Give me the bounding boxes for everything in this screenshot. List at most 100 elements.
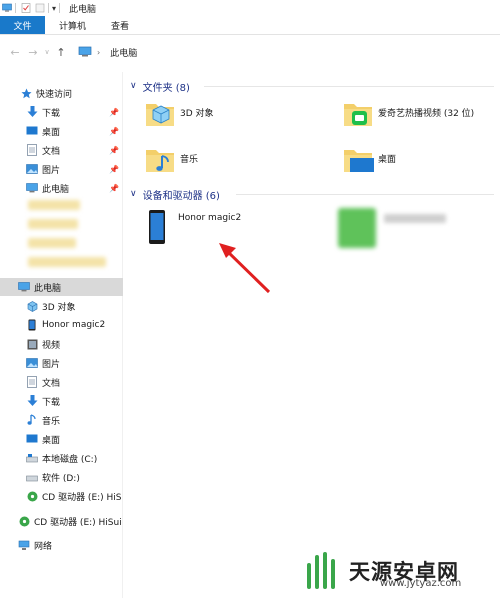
watermark-url: www.jytyaz.com: [380, 578, 462, 589]
nav-this-pc[interactable]: 此电脑: [0, 278, 123, 296]
3d-objects-folder-icon: [146, 104, 174, 126]
nav-pinned-this-pc[interactable]: 此电脑 📌: [0, 179, 123, 197]
nav-pinned-downloads[interactable]: 下载 📌: [0, 103, 123, 121]
nav-pinned-desktop[interactable]: 桌面 📌: [0, 122, 123, 140]
pin-icon[interactable]: 📌: [109, 127, 119, 136]
computer-icon: [26, 182, 38, 194]
video-icon: [26, 338, 38, 350]
nav-cd-drive-e[interactable]: CD 驱动器 (E:) HiSui: [0, 512, 123, 530]
nav-label: 下载: [42, 108, 61, 119]
nav-label: 此电脑: [34, 283, 62, 294]
group-divider: [236, 194, 494, 195]
download-arrow-icon: [26, 395, 38, 407]
star-icon: [20, 87, 32, 99]
blurred-folder-item[interactable]: [28, 200, 80, 210]
folder-tile-iqiyi[interactable]: 爱奇艺热播视频 (32 位): [342, 98, 474, 130]
nav-quick-access[interactable]: 快速访问: [0, 84, 123, 102]
toolbar-separator: [15, 3, 16, 13]
forward-button[interactable]: →: [24, 43, 42, 61]
folder-tile-desktop[interactable]: 桌面: [342, 144, 396, 176]
group-divider: [204, 86, 494, 87]
blurred-folder-item[interactable]: [28, 219, 78, 229]
device-tile-honor-magic2[interactable]: Honor magic2: [148, 209, 241, 245]
document-icon: [26, 144, 38, 156]
nav-network[interactable]: 网络: [0, 536, 123, 554]
nav-label: 图片: [42, 359, 61, 370]
blurred-folder-item[interactable]: [28, 257, 106, 267]
nav-desktop[interactable]: 桌面: [0, 430, 123, 448]
group-header-folders[interactable]: ∨ 文件夹 (8): [130, 78, 190, 94]
pin-icon[interactable]: 📌: [109, 146, 119, 155]
blurred-device-label: [384, 214, 446, 223]
nav-label: 桌面: [42, 127, 61, 138]
nav-label: 桌面: [42, 435, 61, 446]
device-label: Honor magic2: [178, 213, 242, 223]
hard-drive-icon: [26, 471, 38, 483]
address-path: 此电脑: [110, 48, 138, 59]
music-note-icon: [26, 414, 38, 426]
new-folder-icon[interactable]: [35, 3, 45, 13]
blurred-device-icon: [338, 208, 376, 248]
folder-tile-music[interactable]: 音乐: [144, 144, 198, 176]
nav-label: 网络: [34, 541, 53, 552]
title-bar: ▾ 此电脑: [0, 0, 500, 16]
pin-icon[interactable]: 📌: [109, 108, 119, 117]
chevron-down-icon: ∨: [130, 81, 137, 91]
cd-drive-icon: [26, 490, 38, 502]
nav-label: 软件 (D:): [42, 473, 80, 484]
up-button[interactable]: ↑: [52, 43, 70, 61]
content-pane: ∨ 文件夹 (8) 3D 对象 爱奇艺热播视频 (32 位) 音乐 桌面 ∨ 设…: [124, 72, 500, 598]
nav-label: 本地磁盘 (C:): [42, 454, 98, 465]
navigation-pane: 快速访问 下载 📌 桌面 📌 文档 📌 图片 📌 此电脑 📌 此电脑 3D 对象: [0, 72, 123, 598]
tab-view[interactable]: 查看: [100, 16, 140, 34]
chevron-right-icon: ›: [97, 47, 101, 57]
nav-downloads[interactable]: 下载: [0, 392, 123, 410]
nav-videos[interactable]: 视频: [0, 335, 123, 353]
customize-toolbar-dropdown-icon[interactable]: ▾: [52, 4, 56, 13]
folder-tile-3d-objects[interactable]: 3D 对象: [144, 98, 214, 130]
nav-label: 此电脑: [42, 184, 70, 195]
nav-label: 快速访问: [36, 89, 73, 100]
toolbar-separator: [48, 3, 49, 13]
nav-local-disk-c[interactable]: 本地磁盘 (C:): [0, 449, 123, 467]
nav-label: 图片: [42, 165, 61, 176]
document-icon: [26, 376, 38, 388]
device-tile-blurred[interactable]: [338, 208, 446, 248]
nav-cd-drive-e-child[interactable]: CD 驱动器 (E:) HiS: [0, 487, 123, 505]
cd-drive-icon: [18, 515, 30, 527]
desktop-icon: [26, 433, 38, 445]
desktop-icon: [26, 125, 38, 137]
phone-icon: [26, 319, 38, 331]
watermark-logo-icon: [307, 552, 335, 589]
nav-pinned-documents[interactable]: 文档 📌: [0, 141, 123, 159]
tab-computer[interactable]: 计算机: [45, 16, 100, 34]
toolbar-separator: [59, 3, 61, 13]
pin-icon[interactable]: 📌: [109, 165, 119, 174]
nav-documents[interactable]: 文档: [0, 373, 123, 391]
nav-label: 文档: [42, 146, 61, 157]
blurred-folder-item[interactable]: [28, 238, 76, 248]
group-header-devices[interactable]: ∨ 设备和驱动器 (6): [130, 186, 220, 202]
address-row: ← → ∨ ↑ › 此电脑: [0, 36, 500, 68]
recent-locations-dropdown[interactable]: ∨: [42, 43, 52, 61]
pin-icon[interactable]: 📌: [109, 184, 119, 193]
nav-pictures[interactable]: 图片: [0, 354, 123, 372]
address-bar[interactable]: › 此电脑: [74, 42, 500, 62]
network-icon: [18, 539, 30, 551]
tab-file[interactable]: 文件: [0, 16, 45, 34]
folder-label: 3D 对象: [180, 109, 214, 119]
nav-3d-objects[interactable]: 3D 对象: [0, 297, 123, 315]
desktop-folder-icon: [344, 150, 374, 172]
nav-label: Honor magic2: [42, 320, 106, 330]
properties-icon[interactable]: [21, 3, 31, 13]
nav-honor-magic2[interactable]: Honor magic2: [0, 316, 123, 334]
computer-icon[interactable]: [2, 3, 12, 13]
nav-pinned-pictures[interactable]: 图片 📌: [0, 160, 123, 178]
nav-label: 视频: [42, 340, 61, 351]
nav-label: 音乐: [42, 416, 61, 427]
nav-software-d[interactable]: 软件 (D:): [0, 468, 123, 486]
3d-objects-icon: [26, 300, 38, 312]
back-button[interactable]: ←: [6, 43, 24, 61]
chevron-down-icon: ∨: [130, 189, 137, 199]
nav-music[interactable]: 音乐: [0, 411, 123, 429]
